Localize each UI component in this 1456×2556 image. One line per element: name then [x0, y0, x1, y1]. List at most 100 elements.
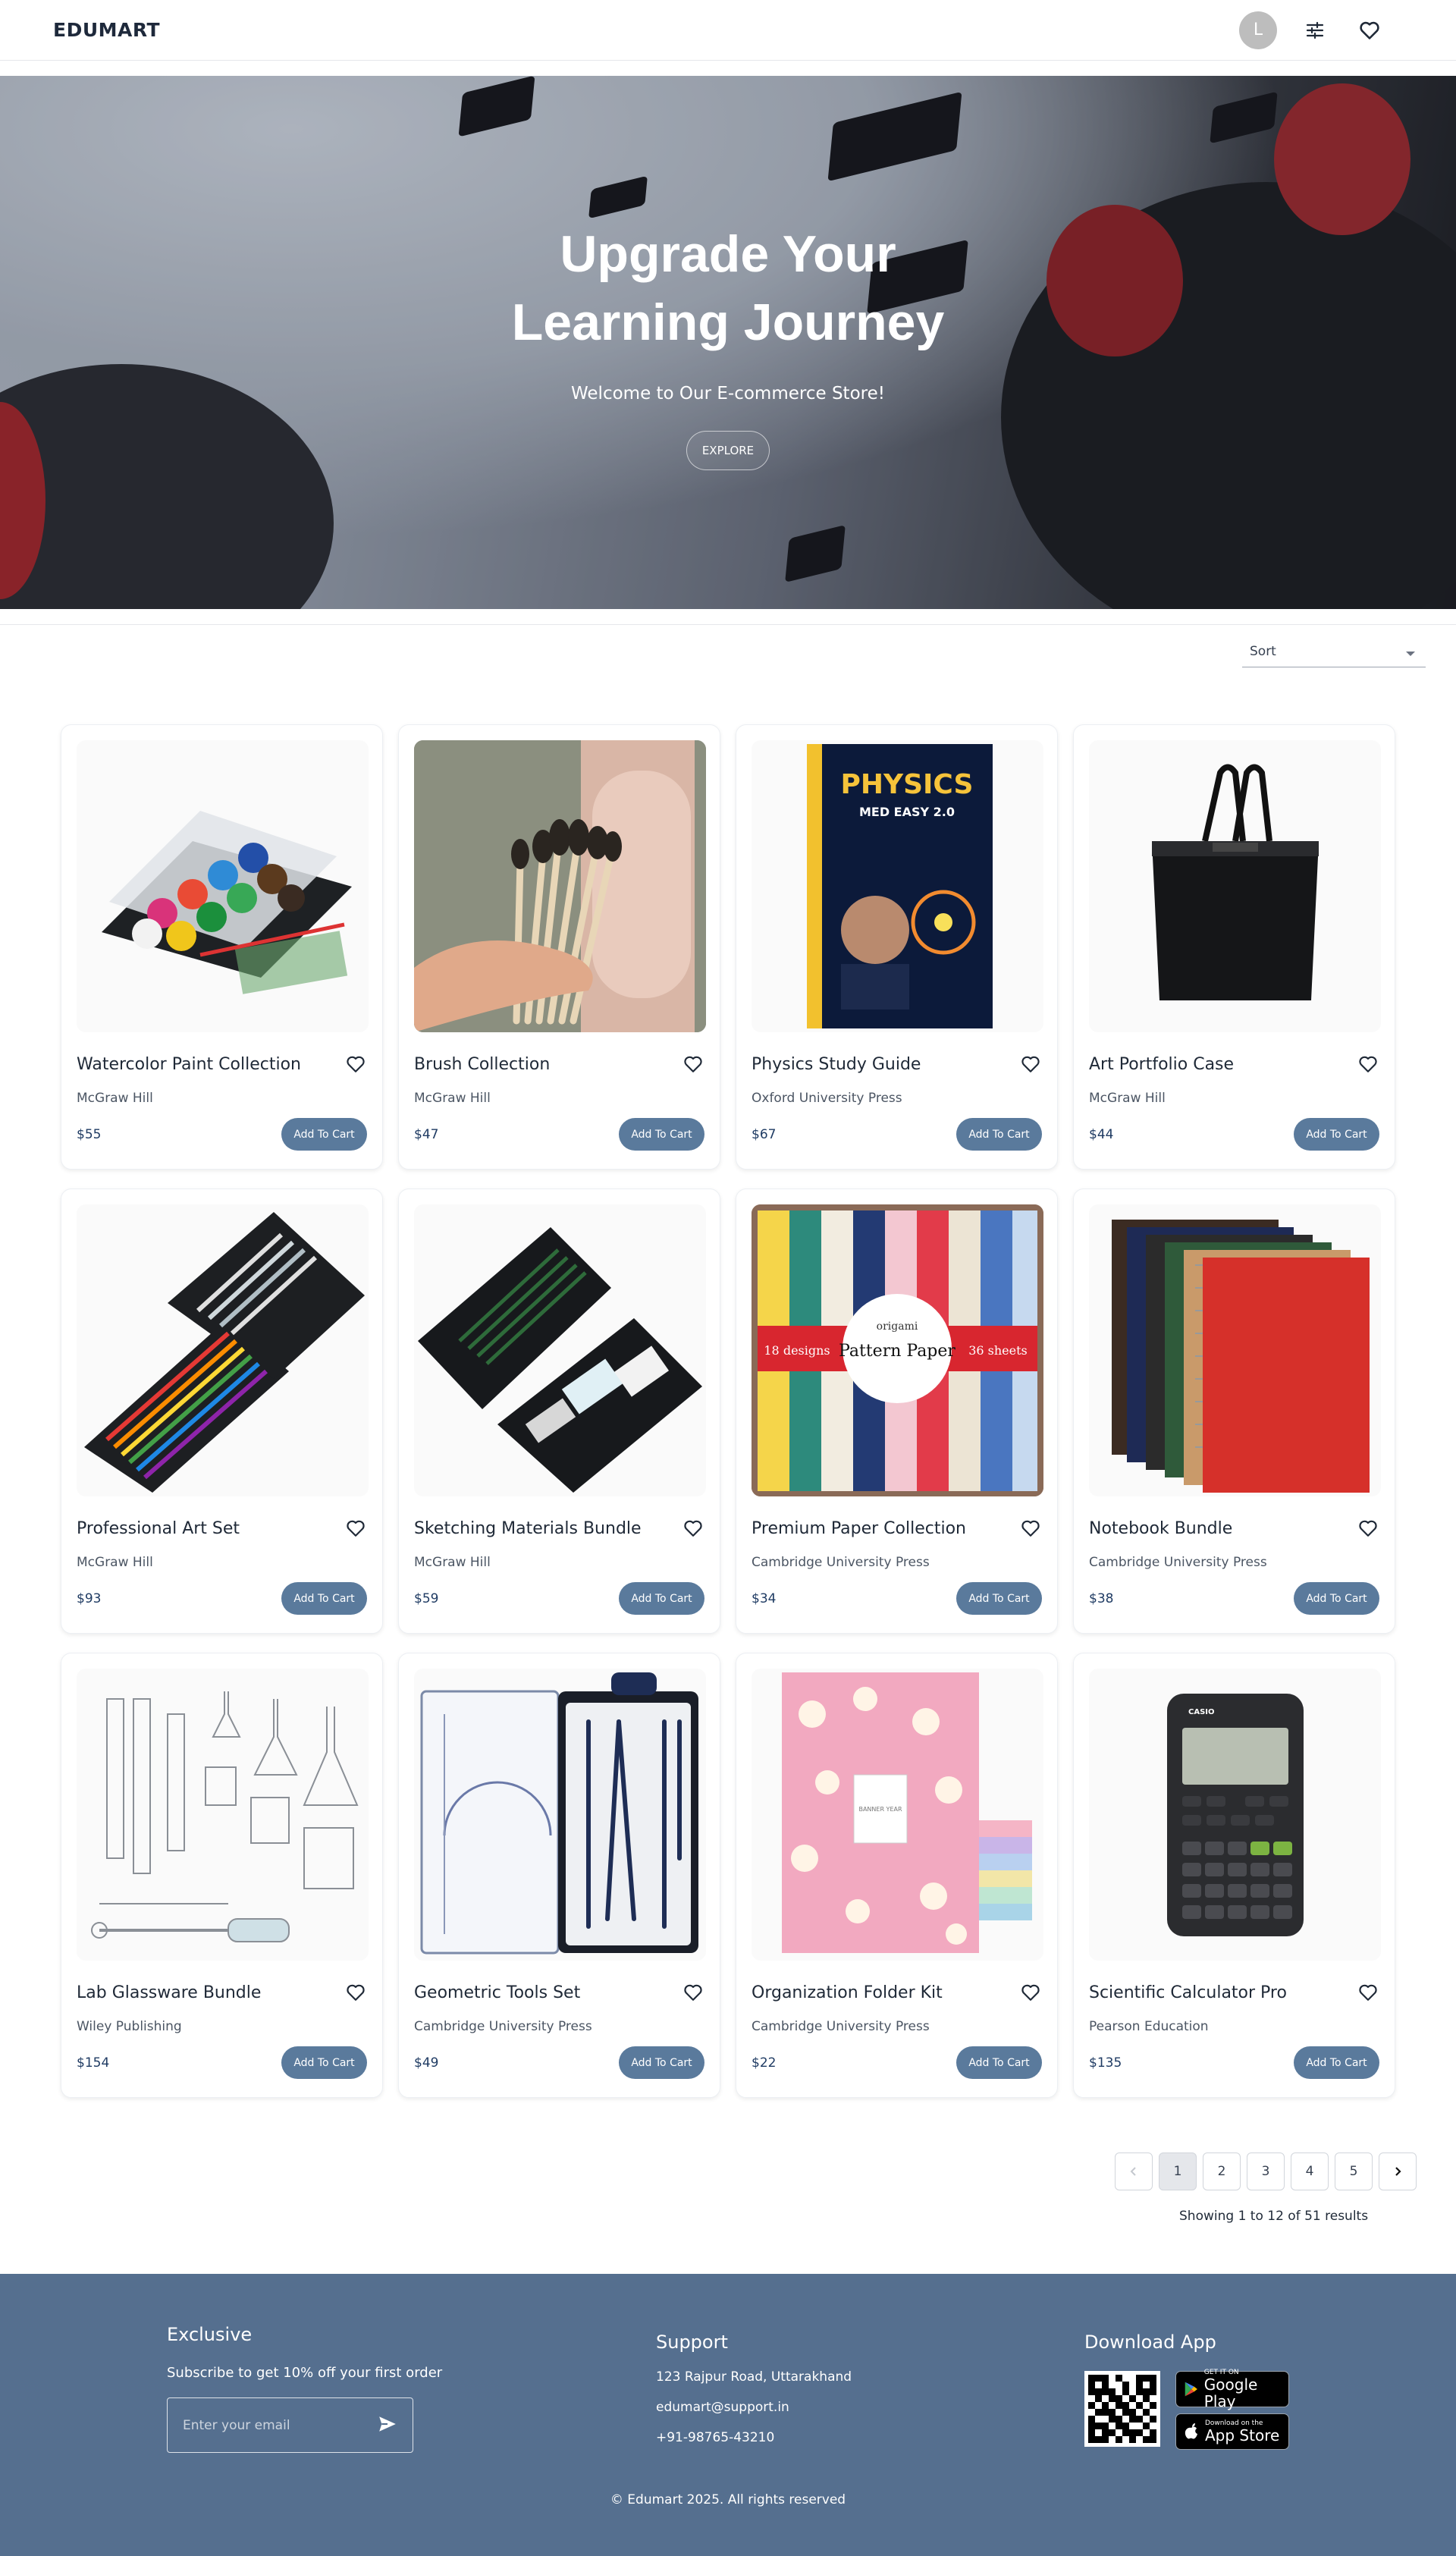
product-image[interactable] [1089, 740, 1381, 1032]
product-title[interactable]: Physics Study Guide [752, 1055, 921, 1074]
wishlist-heart-icon[interactable] [1353, 14, 1386, 47]
product-image[interactable] [414, 1204, 706, 1496]
product-title[interactable]: Lab Glassware Bundle [77, 1983, 261, 2002]
product-title[interactable]: Watercolor Paint Collection [77, 1055, 301, 1074]
heart-icon[interactable] [1019, 1053, 1042, 1075]
title-row: Organization Folder Kit [752, 1981, 1042, 2004]
product-card[interactable]: Notebook Bundle Cambridge University Pre… [1073, 1189, 1395, 1634]
paper-brand: origami [877, 1320, 918, 1333]
product-card[interactable]: Geometric Tools Set Cambridge University… [398, 1653, 720, 2098]
support-email[interactable]: edumart@support.in [656, 2400, 852, 2415]
product-title[interactable]: Premium Paper Collection [752, 1519, 966, 1538]
google-play-badge[interactable]: GET IT ON Google Play [1175, 2369, 1289, 2410]
add-to-cart-button[interactable]: Add To Cart [956, 1118, 1042, 1151]
product-title[interactable]: Sketching Materials Bundle [414, 1519, 642, 1538]
heart-icon[interactable] [682, 1981, 704, 2004]
product-title[interactable]: Scientific Calculator Pro [1089, 1983, 1287, 2002]
product-title[interactable]: Notebook Bundle [1089, 1519, 1232, 1538]
product-price: $67 [752, 1126, 777, 1142]
app-store-badge[interactable]: Download on the App Store [1175, 2413, 1289, 2450]
product-image[interactable]: CASIO [1089, 1669, 1381, 1961]
product-image[interactable] [77, 740, 369, 1032]
qr-code [1084, 2371, 1160, 2447]
explore-button[interactable]: EXPLORE [686, 431, 770, 470]
price-row: $47 Add To Cart [414, 1118, 704, 1151]
product-card[interactable]: BANNER YEAR Organization Folder Kit Camb… [736, 1653, 1058, 2098]
product-title[interactable]: Organization Folder Kit [752, 1983, 943, 2002]
book-subtitle: MED EASY 2.0 [858, 805, 954, 819]
product-image[interactable]: origami Pattern Paper 18 designs 36 shee… [752, 1204, 1043, 1496]
add-to-cart-button[interactable]: Add To Cart [619, 1118, 704, 1151]
support-phone[interactable]: +91-98765-43210 [656, 2430, 852, 2445]
app-store-big: App Store [1205, 2426, 1280, 2445]
page-button-2[interactable]: 2 [1203, 2153, 1241, 2190]
add-to-cart-button[interactable]: Add To Cart [619, 1582, 704, 1615]
product-title[interactable]: Brush Collection [414, 1055, 550, 1074]
price-row: $38 Add To Cart [1089, 1582, 1379, 1615]
add-to-cart-button[interactable]: Add To Cart [619, 2046, 704, 2079]
product-image[interactable] [414, 1669, 706, 1961]
title-row: Notebook Bundle [1089, 1517, 1379, 1540]
google-play-big: Google Play [1203, 2375, 1258, 2410]
email-input[interactable] [183, 2417, 357, 2433]
price-row: $154 Add To Cart [77, 2046, 367, 2079]
product-title[interactable]: Geometric Tools Set [414, 1983, 580, 2002]
page-button-5[interactable]: 5 [1335, 2153, 1373, 2190]
product-title[interactable]: Art Portfolio Case [1089, 1055, 1234, 1074]
product-card[interactable]: origami Pattern Paper 18 designs 36 shee… [736, 1189, 1058, 1634]
add-to-cart-button[interactable]: Add To Cart [1294, 1118, 1379, 1151]
title-row: Watercolor Paint Collection [77, 1053, 367, 1075]
product-card[interactable]: Watercolor Paint Collection McGraw Hill … [61, 724, 383, 1170]
add-to-cart-button[interactable]: Add To Cart [956, 2046, 1042, 2079]
heart-icon[interactable] [344, 1981, 367, 2004]
product-image[interactable] [77, 1669, 369, 1961]
footer-exclusive: Exclusive Subscribe to get 10% off your … [167, 2324, 442, 2453]
prev-page-button[interactable] [1115, 2153, 1153, 2190]
product-card[interactable]: Sketching Materials Bundle McGraw Hill $… [398, 1189, 720, 1634]
product-image[interactable] [414, 740, 706, 1032]
heart-icon[interactable] [1019, 1517, 1042, 1540]
add-to-cart-button[interactable]: Add To Cart [1294, 1582, 1379, 1615]
heart-icon[interactable] [682, 1053, 704, 1075]
product-card[interactable]: Lab Glassware Bundle Wiley Publishing $1… [61, 1653, 383, 2098]
filter-sliders-icon[interactable] [1298, 14, 1332, 47]
copyright: © Edumart 2025. All rights reserved [610, 2492, 846, 2507]
next-page-button[interactable] [1379, 2153, 1417, 2190]
google-play-icon [1185, 2382, 1197, 2397]
add-to-cart-button[interactable]: Add To Cart [956, 1582, 1042, 1615]
send-icon[interactable] [378, 2415, 397, 2436]
product-image[interactable] [1089, 1204, 1381, 1496]
heart-icon[interactable] [344, 1517, 367, 1540]
product-image[interactable] [77, 1204, 369, 1496]
product-publisher: Wiley Publishing [77, 2019, 182, 2034]
sort-label: Sort [1250, 643, 1276, 659]
add-to-cart-button[interactable]: Add To Cart [1294, 2046, 1379, 2079]
product-card[interactable]: CASIO Scientific Calculator Pro Pearson … [1073, 1653, 1395, 2098]
product-image[interactable]: BANNER YEAR [752, 1669, 1043, 1961]
brand-logo[interactable]: EDUMART [53, 19, 160, 41]
heart-icon[interactable] [1357, 1053, 1379, 1075]
title-row: Art Portfolio Case [1089, 1053, 1379, 1075]
heart-icon[interactable] [344, 1053, 367, 1075]
user-avatar[interactable]: L [1239, 11, 1277, 49]
product-card[interactable]: Professional Art Set McGraw Hill $93 Add… [61, 1189, 383, 1634]
page-button-4[interactable]: 4 [1291, 2153, 1329, 2190]
pagination: 1 2 3 4 5 [1115, 2153, 1417, 2190]
sort-dropdown[interactable]: Sort [1242, 636, 1426, 667]
heart-icon[interactable] [682, 1517, 704, 1540]
heart-icon[interactable] [1357, 1981, 1379, 2004]
add-to-cart-button[interactable]: Add To Cart [281, 1582, 367, 1615]
product-image[interactable]: PHYSICS MED EASY 2.0 [752, 740, 1043, 1032]
product-card[interactable]: Art Portfolio Case McGraw Hill $44 Add T… [1073, 724, 1395, 1170]
product-price: $44 [1089, 1126, 1114, 1142]
heart-icon[interactable] [1019, 1981, 1042, 2004]
add-to-cart-button[interactable]: Add To Cart [281, 1118, 367, 1151]
page-button-1[interactable]: 1 [1159, 2153, 1197, 2190]
add-to-cart-button[interactable]: Add To Cart [281, 2046, 367, 2079]
heart-icon[interactable] [1357, 1517, 1379, 1540]
product-card[interactable]: Brush Collection McGraw Hill $47 Add To … [398, 724, 720, 1170]
page-button-3[interactable]: 3 [1247, 2153, 1285, 2190]
title-row: Brush Collection [414, 1053, 704, 1075]
product-card[interactable]: PHYSICS MED EASY 2.0 Physics Study Guide… [736, 724, 1058, 1170]
product-title[interactable]: Professional Art Set [77, 1519, 240, 1538]
